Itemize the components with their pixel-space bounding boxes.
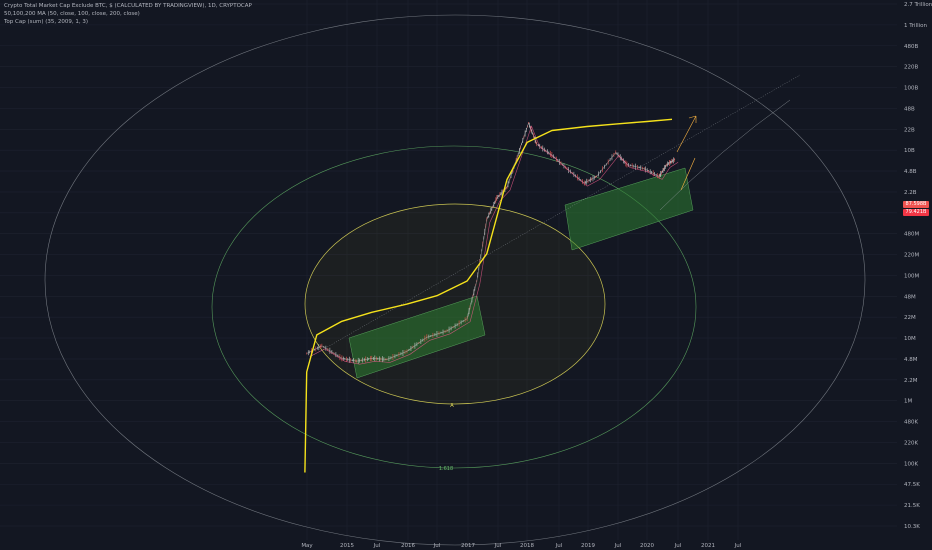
y-tick-label: 100B [904, 86, 918, 92]
x-tick-label: 2020 [640, 543, 654, 549]
x-tick-label: Jul [614, 543, 622, 549]
x-tick-label: 2019 [581, 543, 595, 549]
y-tick-label: 22M [904, 315, 916, 321]
y-tick-label: 480B [904, 44, 918, 50]
y-tick-label: 21.5K [904, 503, 920, 509]
annotation-fib: 1.618 [439, 466, 453, 472]
chart-root: A 1.618 2.7 Trillion 1 Trillion 480B 220B 10… [0, 0, 932, 550]
x-tick-label: Jul [734, 543, 742, 549]
y-tick-label: 4.8M [904, 357, 918, 363]
x-tick-label: 2021 [701, 543, 715, 549]
y-tick-label: 47.5K [904, 482, 920, 488]
x-tick-label: May [301, 543, 313, 549]
y-tick-label: 10M [904, 336, 916, 342]
x-tick-label: Jul [373, 543, 381, 549]
price-badge-lower: 79.421B [903, 209, 929, 216]
x-tick-label: Jul [494, 543, 502, 549]
x-tick-label: Jul [555, 543, 563, 549]
y-tick-label: 48M [904, 294, 916, 300]
y-tick-label: 48B [904, 106, 915, 112]
legend-topcap[interactable]: Top Cap (sum) (35, 2009, 1, 3) [4, 18, 252, 26]
legend-symbol[interactable]: Crypto Total Market Cap Exclude BTC, $ (… [4, 2, 252, 10]
y-tick-label: 10.3K [904, 524, 920, 530]
price-badge-upper: 87.598B [903, 201, 929, 208]
x-tick-label: 2018 [520, 543, 534, 549]
y-tick-label: 100K [904, 461, 918, 467]
y-tick-label: 22B [904, 127, 915, 133]
x-tick-label: 2016 [401, 543, 415, 549]
y-tick-label: 1 Trillion [904, 23, 928, 29]
chart-legend: Crypto Total Market Cap Exclude BTC, $ (… [4, 2, 252, 26]
annotation-a: A [450, 403, 454, 409]
chart-canvas[interactable]: A 1.618 2.7 Trillion 1 Trillion 480B 220B 10… [0, 0, 932, 550]
legend-ma[interactable]: 50,100,200 MA (50, close, 100, close, 20… [4, 10, 252, 18]
y-tick-label: 220M [904, 253, 919, 259]
y-tick-label: 2.2B [904, 190, 917, 196]
x-tick-label: 2017 [461, 543, 475, 549]
x-tick-label: Jul [674, 543, 682, 549]
y-tick-label: 220B [904, 65, 918, 71]
y-tick-label: 4.8B [904, 169, 917, 175]
y-tick-label: 1M [904, 399, 912, 405]
y-tick-label: 480M [904, 232, 919, 238]
x-tick-label: 2015 [340, 543, 354, 549]
y-tick-label: 2.2M [904, 378, 918, 384]
y-tick-label: 2.7 Trillion [904, 2, 932, 8]
y-tick-label: 10B [904, 148, 915, 154]
y-tick-label: 480K [904, 420, 918, 426]
y-tick-label: 220K [904, 440, 918, 446]
x-tick-label: Jul [433, 543, 441, 549]
y-tick-label: 100M [904, 273, 919, 279]
